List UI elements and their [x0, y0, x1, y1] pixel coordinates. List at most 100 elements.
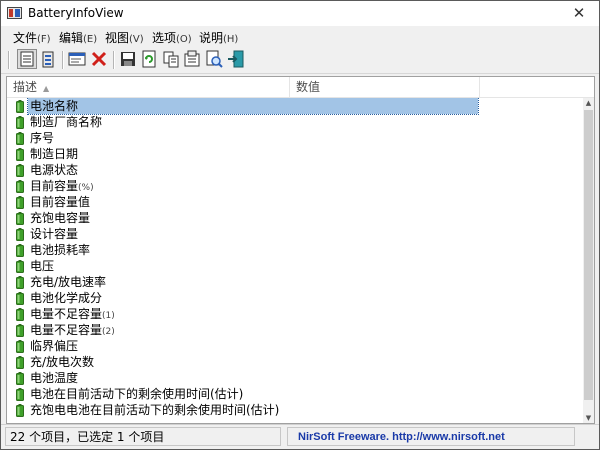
list-item[interactable]: 制造日期 [7, 146, 582, 162]
close-button[interactable]: ✕ [559, 1, 599, 26]
row-label: 设计容量 [30, 227, 79, 241]
toolbar-grip [8, 51, 10, 69]
list-item[interactable]: 充/放电次数 [7, 354, 582, 370]
column-header-description[interactable]: 描述 ▲ [7, 77, 290, 97]
row-label: 电池名称 [30, 99, 79, 113]
scrollbar-thumb[interactable] [584, 110, 593, 400]
menu-edit-label: 编辑 [59, 31, 84, 45]
list-item[interactable]: 电池化学成分 [7, 290, 582, 306]
list-item[interactable]: 电池名称 [7, 98, 582, 115]
row-label: 电量不足容量 [30, 307, 103, 321]
menu-view-accel: (V) [129, 34, 144, 45]
exit-icon [228, 50, 244, 68]
battery-info-list[interactable]: 描述 ▲ 数值 电池名称 制造厂商名称 序号 制造日期 电源状态 目前容量(%) 目前容量值充… [6, 76, 595, 424]
app-window: BatteryInfoView ✕ 文件(F) 编辑(E) 视图(V) 选项(O… [0, 0, 600, 450]
column-header-description-label: 描述 [13, 80, 38, 94]
menu-options[interactable]: 选项(O) [152, 29, 192, 46]
status-bar: 22 个项目，已选定 1 个项目 NirSoft Freeware. http:… [1, 424, 599, 449]
menu-file[interactable]: 文件(F) [13, 29, 51, 46]
row-description: 电池在目前活动下的剩余使用时间(估计) [28, 386, 245, 402]
row-description: 充饱电电池在目前活动下的剩余使用时间(估计) [28, 402, 281, 418]
menu-edit[interactable]: 编辑(E) [59, 29, 97, 46]
row-label: 电池在目前活动下的剩余使用时间(估计) [30, 387, 244, 401]
row-description: 充饱电容量 [28, 210, 92, 226]
row-description: 制造日期 [28, 146, 80, 162]
save-button[interactable] [118, 49, 138, 69]
row-label: 充/放电次数 [30, 355, 95, 369]
nirsoft-link[interactable]: NirSoft Freeware. http://www.nirsoft.net [287, 427, 575, 446]
list-item[interactable]: 设计容量 [7, 226, 582, 242]
battery-icon [16, 388, 24, 401]
list-item[interactable]: 充电/放电速率 [7, 274, 582, 290]
copy-button[interactable] [161, 49, 181, 69]
menu-help[interactable]: 说明(H) [199, 29, 238, 46]
list-item[interactable]: 电压 [7, 258, 582, 274]
battery-icon [16, 196, 24, 209]
toolbar-separator [62, 51, 64, 69]
row-label: 目前容量值 [30, 195, 91, 209]
menu-file-label: 文件 [13, 31, 38, 45]
battery-icon [16, 308, 24, 321]
menu-help-label: 说明 [199, 31, 224, 45]
column-header-value[interactable]: 数值 [290, 77, 480, 97]
battery-icon [16, 340, 24, 353]
list-item[interactable]: 电源状态 [7, 162, 582, 178]
list-item[interactable]: 电量不足容量(2) [7, 322, 582, 338]
list-item[interactable]: 目前容量(%) [7, 178, 582, 194]
list-item[interactable]: 电池损耗率 [7, 242, 582, 258]
row-description: 制造厂商名称 [28, 114, 104, 130]
scroll-down-arrow[interactable]: ▼ [584, 413, 593, 423]
row-label: 电量不足容量 [30, 323, 103, 337]
row-description: 设计容量 [28, 226, 80, 242]
row-label: 充饱电电池在目前活动下的剩余使用时间(估计) [30, 403, 280, 417]
list-item[interactable]: 充饱电电池在目前活动下的剩余使用时间(估计) [7, 402, 582, 418]
copy-icon [163, 51, 179, 68]
find-button[interactable] [204, 49, 224, 69]
scroll-up-arrow[interactable]: ▲ [584, 98, 593, 108]
battery-icon [16, 356, 24, 369]
refresh-icon [142, 50, 156, 68]
properties-button[interactable] [182, 49, 202, 69]
row-label: 制造厂商名称 [30, 115, 103, 129]
battery-icon [16, 148, 24, 161]
row-description: 电量不足容量(2) [28, 322, 117, 338]
battery-log-mode-icon [42, 51, 54, 68]
row-description: 电池温度 [28, 370, 80, 386]
list-header: 描述 ▲ 数值 [7, 77, 594, 98]
properties-window-button[interactable] [67, 49, 87, 69]
row-description: 电压 [28, 258, 56, 274]
row-label: 电池损耗率 [30, 243, 91, 257]
row-label: 电池化学成分 [30, 291, 103, 305]
list-item[interactable]: 电池温度 [7, 370, 582, 386]
row-description: 临界偏压 [28, 338, 80, 354]
exit-button[interactable] [226, 49, 246, 69]
battery-icon [16, 276, 24, 289]
battery-icon [16, 100, 24, 113]
delete-button[interactable] [89, 49, 109, 69]
list-item[interactable]: 制造厂商名称 [7, 114, 582, 130]
battery-icon [16, 132, 24, 145]
list-item[interactable]: 充饱电容量 [7, 210, 582, 226]
refresh-button[interactable] [139, 49, 159, 69]
title-bar[interactable]: BatteryInfoView ✕ [1, 1, 599, 26]
battery-info-mode-button[interactable] [17, 49, 37, 69]
toolbar [1, 47, 599, 74]
list-item[interactable]: 电量不足容量(1) [7, 306, 582, 322]
row-description: 电量不足容量(1) [28, 306, 117, 322]
row-description: 充电/放电速率 [28, 274, 108, 290]
vertical-scrollbar[interactable]: ▲ ▼ [583, 98, 594, 423]
battery-icon [16, 212, 24, 225]
find-icon [206, 50, 223, 68]
sort-ascending-icon: ▲ [43, 84, 50, 93]
list-item[interactable]: 临界偏压 [7, 338, 582, 354]
battery-icon [16, 244, 24, 257]
battery-log-mode-button[interactable] [38, 49, 58, 69]
menu-bar: 文件(F) 编辑(E) 视图(V) 选项(O) 说明(H) [1, 26, 599, 47]
list-item[interactable]: 序号 [7, 130, 582, 146]
list-item[interactable]: 电池在目前活动下的剩余使用时间(估计) [7, 386, 582, 402]
menu-view[interactable]: 视图(V) [105, 29, 144, 46]
row-label: 制造日期 [30, 147, 79, 161]
list-item[interactable]: 目前容量值 [7, 194, 582, 210]
menu-help-accel: (H) [223, 34, 239, 45]
column-header-value-label: 数值 [296, 80, 321, 94]
